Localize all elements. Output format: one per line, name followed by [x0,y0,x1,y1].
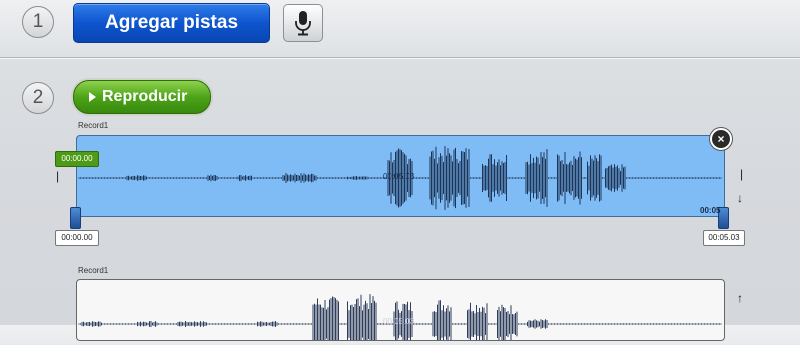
track-waveform[interactable] [76,279,725,345]
play-button-label: Reproducir [102,88,188,105]
track-mid-time: 00:05.03 [383,172,415,181]
step-number-2: 2 [22,82,54,114]
track-name: Record1 [78,121,109,130]
move-up-arrow-icon[interactable]: ↑ [737,292,743,304]
record-microphone-button[interactable] [283,4,323,42]
move-down-arrow-icon[interactable]: ↓ [737,192,743,204]
step-number-1: 1 [22,6,54,38]
playhead-time-marker[interactable]: 00:00.00 [55,151,99,167]
play-triangle-icon [89,92,96,102]
trim-start-time: 00:00.00 [55,230,99,246]
play-button[interactable]: Reproducir [73,80,211,114]
trim-end-time: 00:05.03 [703,230,745,246]
microphone-icon [295,11,311,36]
right-cursor-bar-icon: | [740,167,744,181]
add-tracks-button[interactable]: Agregar pistas [73,3,270,43]
track-name-2: Record1 [78,266,109,275]
track-end-time-inline: 00:05 [700,206,721,215]
left-cursor-bar-icon: | [56,169,60,183]
section-divider [0,57,800,59]
trim-start-handle[interactable] [70,207,81,229]
close-track-icon[interactable]: × [710,128,732,150]
waveform-graphic-2 [78,294,722,345]
